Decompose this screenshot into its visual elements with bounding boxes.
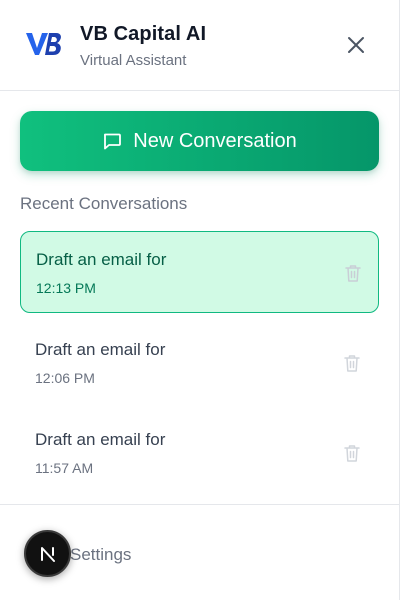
conversation-item[interactable]: Draft an email for 11:57 AM [20,412,379,494]
assistant-sidebar: VB Capital AI Virtual Assistant New Conv… [0,0,400,600]
n-logo-icon [40,546,55,562]
delete-conversation-button[interactable] [342,443,362,463]
settings-link[interactable]: Settings [70,545,131,565]
close-button[interactable] [342,31,370,59]
conversation-title: Draft an email for [36,250,167,269]
conversation-time: 12:06 PM [35,370,95,386]
conversation-time: 12:13 PM [36,280,96,296]
sidebar-footer: Settings [0,504,400,600]
app-title: VB Capital AI [80,23,207,45]
close-icon [348,37,364,53]
vb-logo [26,33,61,55]
delete-conversation-button[interactable] [342,353,362,373]
sidebar-header: VB Capital AI Virtual Assistant [0,0,400,91]
new-conversation-label: New Conversation [133,129,297,152]
trash-icon [344,445,360,462]
conversation-title: Draft an email for [35,340,166,359]
message-square-icon [102,131,122,151]
next-dev-badge[interactable] [24,530,71,577]
trash-icon [344,355,360,372]
conversation-title: Draft an email for [35,430,166,449]
delete-conversation-button[interactable] [343,263,363,283]
app-subtitle: Virtual Assistant [80,52,187,69]
conversation-item[interactable]: Draft an email for 12:06 PM [20,322,379,404]
recent-conversations-heading: Recent Conversations [20,194,188,213]
conversation-item[interactable]: Draft an email for 12:13 PM [20,231,379,313]
conversation-time: 11:57 AM [35,460,94,476]
trash-icon [345,265,361,282]
new-conversation-button[interactable]: New Conversation [20,111,379,171]
